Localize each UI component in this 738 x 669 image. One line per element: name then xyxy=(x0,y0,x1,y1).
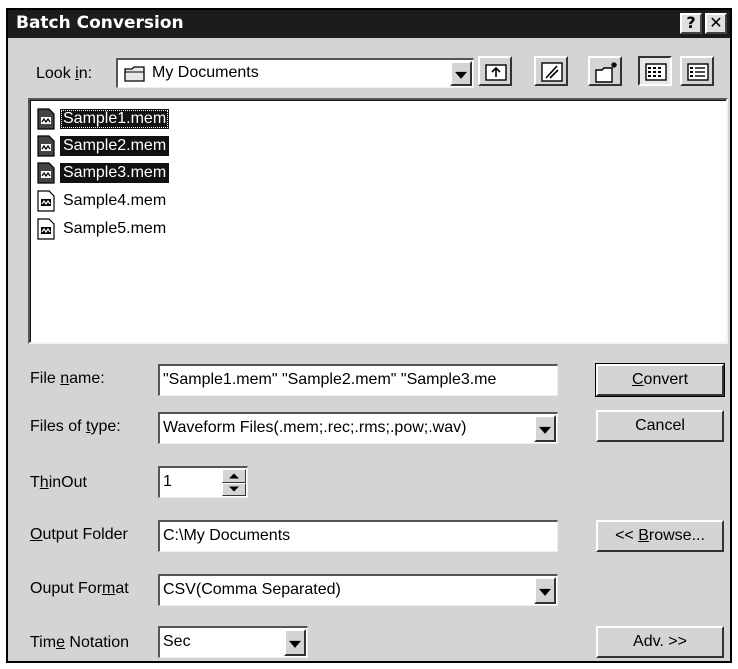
cancel-button[interactable]: Cancel xyxy=(596,410,724,442)
look-in-label-post: n: xyxy=(78,65,93,82)
list-item[interactable]: Sample3.mem xyxy=(36,160,170,186)
file-list[interactable]: Sample1.mem Sample2.mem Sample3.mem Samp… xyxy=(28,98,728,344)
file-name-input[interactable]: "Sample1.mem" "Sample2.mem" "Sample3.me xyxy=(158,364,558,396)
look-in-label: Look in: xyxy=(36,65,92,83)
list-item[interactable]: Sample4.mem xyxy=(36,188,169,214)
browse-label-post: rowse... xyxy=(648,527,705,544)
output-folder-label: Output Folder xyxy=(30,526,128,544)
thinout-label: ThinOut xyxy=(30,474,87,492)
waveform-file-icon xyxy=(37,135,55,157)
waveform-file-icon xyxy=(37,108,55,130)
time-notation-label: Time Notation xyxy=(30,634,129,652)
details-view-icon xyxy=(687,63,709,81)
file-name: Sample4.mem xyxy=(63,192,167,209)
spin-up-button[interactable] xyxy=(222,469,246,483)
files-of-type-label-pre: Files of xyxy=(30,418,87,435)
files-of-type-dropdown-arrow[interactable] xyxy=(534,415,556,442)
desktop-button[interactable] xyxy=(534,56,568,86)
file-name: Sample3.mem xyxy=(60,163,170,183)
output-format-value: CSV(Comma Separated) xyxy=(163,581,341,598)
list-item[interactable]: Sample1.mem xyxy=(36,106,170,132)
waveform-file-icon xyxy=(37,190,55,212)
time-notation-label-pre: Tim xyxy=(30,634,57,651)
output-format-label-post: at xyxy=(115,580,129,597)
look-in-dropdown[interactable]: My Documents xyxy=(116,58,474,88)
look-in-label-pre: Look xyxy=(36,65,76,82)
convert-label-key: C xyxy=(631,371,644,388)
file-name-label: File name: xyxy=(30,370,105,388)
convert-label-post: onvert xyxy=(643,371,689,388)
output-format-label-pre: Ouput For xyxy=(30,580,103,597)
waveform-file-icon xyxy=(37,218,55,240)
files-of-type-label-post: ype: xyxy=(90,418,121,435)
time-notation-label-key: e xyxy=(56,634,65,651)
time-notation-dropdown-arrow[interactable] xyxy=(284,629,306,656)
file-name: Sample1.mem xyxy=(60,109,170,129)
output-folder-label-key: O xyxy=(30,526,43,543)
help-button[interactable]: ? xyxy=(680,13,702,34)
thinout-value: 1 xyxy=(163,473,172,490)
title-bar[interactable]: Batch Conversion ? ✕ xyxy=(8,10,730,38)
details-view-button[interactable] xyxy=(680,56,714,86)
spin-down-button[interactable] xyxy=(222,482,246,496)
thinout-spinner[interactable]: 1 xyxy=(158,466,248,498)
desktop-icon xyxy=(541,62,563,82)
up-one-level-icon xyxy=(485,64,507,81)
browse-label-pre: << xyxy=(615,527,639,544)
list-item[interactable]: Sample5.mem xyxy=(36,216,169,242)
advanced-button[interactable]: Adv. >> xyxy=(596,626,724,658)
file-name: Sample5.mem xyxy=(63,220,167,237)
browse-label-key: B xyxy=(638,527,649,544)
thinout-label-post: inOut xyxy=(48,474,87,491)
time-notation-dropdown[interactable]: Sec xyxy=(158,626,308,658)
look-in-dropdown-arrow[interactable] xyxy=(450,61,472,86)
time-notation-value: Sec xyxy=(163,633,191,650)
output-format-label: Ouput Format xyxy=(30,580,129,598)
time-notation-label-post: Notation xyxy=(64,634,130,651)
look-in-value: My Documents xyxy=(152,64,259,81)
output-format-label-key: m xyxy=(102,580,116,597)
output-folder-label-post: utput Folder xyxy=(42,526,128,543)
file-name-label-key: n xyxy=(60,370,70,387)
waveform-file-icon xyxy=(37,162,55,184)
files-of-type-value: Waveform Files(.mem;.rec;.rms;.pow;.wav) xyxy=(163,419,467,436)
output-format-dropdown-arrow[interactable] xyxy=(534,577,556,604)
output-folder-input[interactable]: C:\My Documents xyxy=(158,520,558,552)
thinout-label-pre: T xyxy=(30,474,40,491)
window-title: Batch Conversion xyxy=(16,13,184,33)
folder-icon xyxy=(124,66,145,82)
list-view-icon xyxy=(645,63,667,81)
up-one-level-button[interactable] xyxy=(478,56,512,86)
list-view-button[interactable] xyxy=(638,56,672,86)
output-format-dropdown[interactable]: CSV(Comma Separated) xyxy=(158,574,558,606)
browse-button[interactable]: << Browse... xyxy=(596,520,724,552)
thinout-label-key: h xyxy=(39,474,49,491)
convert-button[interactable]: Convert xyxy=(595,363,725,397)
file-name-label-pre: File xyxy=(30,370,61,387)
file-name-label-post: ame: xyxy=(69,370,105,387)
batch-conversion-dialog: Batch Conversion ? ✕ Look in: My Documen… xyxy=(6,8,732,663)
new-folder-button[interactable] xyxy=(588,56,622,86)
files-of-type-label: Files of type: xyxy=(30,418,121,436)
thinout-spin-buttons xyxy=(222,469,246,496)
files-of-type-dropdown[interactable]: Waveform Files(.mem;.rec;.rms;.pow;.wav) xyxy=(158,412,558,444)
close-button[interactable]: ✕ xyxy=(705,13,727,34)
list-item[interactable]: Sample2.mem xyxy=(36,133,170,159)
file-name: Sample2.mem xyxy=(60,136,170,156)
new-folder-icon xyxy=(595,62,617,83)
